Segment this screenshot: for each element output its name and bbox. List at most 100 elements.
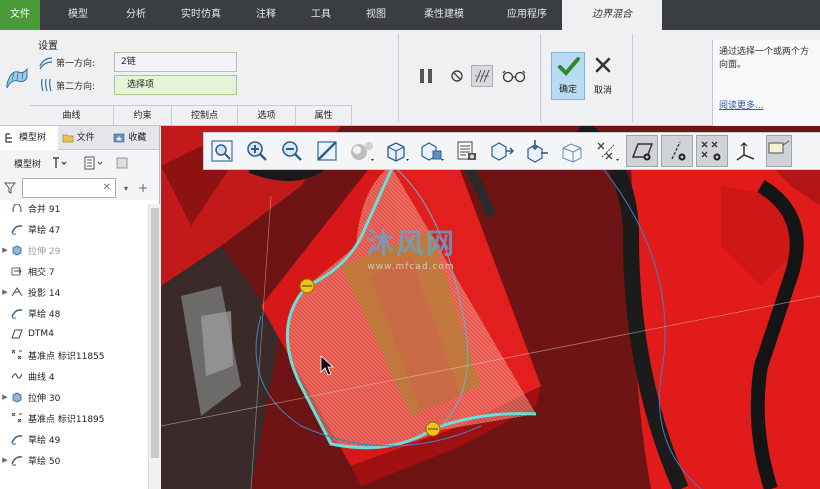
- refit-button[interactable]: [206, 135, 238, 167]
- tree-item-label: 相交 7: [28, 267, 55, 278]
- tree-item[interactable]: 相交 7: [0, 261, 148, 281]
- second-direction-collector[interactable]: 选择项: [114, 75, 237, 95]
- clear-icon[interactable]: ✕: [103, 182, 111, 193]
- add-filter-icon[interactable]: +: [138, 181, 148, 195]
- tree-item-label: 基准点 标识11855: [28, 351, 105, 362]
- datum-point-icon: [701, 141, 721, 161]
- glasses-icon: [502, 70, 526, 83]
- section-button[interactable]: [486, 135, 518, 167]
- subtab-constraints[interactable]: 约束: [114, 105, 172, 125]
- ok-button[interactable]: 确定: [551, 52, 585, 100]
- favorites-icon: [114, 133, 125, 143]
- tree-item[interactable]: ▶ 投影 14: [0, 282, 148, 302]
- first-direction-row: 第一方向: 2链: [38, 52, 237, 72]
- tree-filter-icon[interactable]: [115, 156, 129, 170]
- tree-item-label: 曲线 4: [28, 372, 55, 383]
- perspective-button[interactable]: [451, 135, 483, 167]
- datum-display-button[interactable]: [591, 135, 623, 167]
- filter-dropdown-icon[interactable]: ▾: [124, 184, 128, 193]
- zoom-in-button[interactable]: [241, 135, 273, 167]
- subtab-curves[interactable]: 曲线: [30, 105, 114, 125]
- tree-item[interactable]: 草绘 48: [0, 303, 148, 323]
- tab-favorites[interactable]: 收藏: [109, 126, 159, 150]
- tab-realtime-simulation[interactable]: 实时仿真: [156, 0, 246, 30]
- view-manager-button[interactable]: [416, 135, 448, 167]
- tree-item[interactable]: ▶ 拉伸 29: [0, 240, 148, 260]
- wireframe-cube-icon: [562, 143, 582, 163]
- tree-item[interactable]: 合并 91: [0, 204, 148, 218]
- funnel-icon: [4, 182, 16, 194]
- zoom-in-icon: [247, 141, 267, 161]
- tab-applications[interactable]: 应用程序: [492, 0, 562, 30]
- merge-icon: [10, 204, 24, 215]
- tree-item[interactable]: 草绘 47: [0, 219, 148, 239]
- tree-item-label: 草绘 48: [28, 309, 61, 320]
- first-direction-collector[interactable]: 2链: [114, 52, 237, 72]
- tab-files[interactable]: 文件: [58, 126, 110, 150]
- tree-item[interactable]: 基准点 标识11855: [0, 345, 148, 365]
- settings-title: 设置: [38, 41, 58, 52]
- first-direction-icon: [39, 57, 53, 70]
- tree-item[interactable]: 草绘 49: [0, 429, 148, 449]
- subtab-properties[interactable]: 属性: [296, 105, 352, 125]
- datum-plane-icon: [10, 327, 24, 341]
- ribbon-tab-bar: 文件 模型 分析 实时仿真 注释 工具 视图 柔性建模 应用程序 边界混合: [0, 0, 820, 30]
- refit-icon: [211, 140, 233, 162]
- folder-icon: [62, 134, 73, 143]
- subtab-control-points[interactable]: 控制点: [172, 105, 238, 125]
- tab-model-tree[interactable]: 模型树: [0, 126, 58, 150]
- cancel-label: 取消: [593, 86, 612, 96]
- tree-settings-icon[interactable]: [51, 156, 73, 170]
- tab-tools[interactable]: 工具: [286, 0, 356, 30]
- tree-item[interactable]: ▶ 拉伸 30: [0, 387, 148, 407]
- boundary-blend-icon: [6, 67, 28, 89]
- sketch-icon: [10, 306, 24, 320]
- cube-icon: [387, 142, 409, 162]
- verify-mode-button[interactable]: [501, 65, 527, 87]
- spin-center-button[interactable]: [521, 135, 553, 167]
- annotation-display-button[interactable]: [766, 135, 792, 167]
- project-icon: [10, 285, 24, 299]
- hidden-line-button[interactable]: [556, 135, 588, 167]
- model-tree-search-input[interactable]: ✕: [22, 178, 116, 198]
- no-preview-button[interactable]: [446, 65, 468, 87]
- ribbon-divider: [632, 34, 633, 122]
- expand-arrow-icon[interactable]: ▶: [0, 456, 10, 464]
- ribbon-divider: [540, 34, 541, 122]
- zoom-out-button[interactable]: [276, 135, 308, 167]
- point-display-button[interactable]: [696, 135, 728, 167]
- pause-button[interactable]: [415, 65, 437, 87]
- csys-display-button[interactable]: [731, 135, 763, 167]
- checkmark-icon: [558, 57, 580, 76]
- plane-display-button[interactable]: [626, 135, 658, 167]
- scrollbar-thumb[interactable]: [151, 208, 159, 458]
- model-tree-scrollbar[interactable]: [148, 204, 160, 489]
- read-more-link[interactable]: 阅读更多...: [719, 98, 764, 111]
- tree-item[interactable]: 基准点 标识11895: [0, 408, 148, 428]
- tab-view[interactable]: 视图: [356, 0, 396, 30]
- model-scene[interactable]: [161, 126, 820, 489]
- saved-orientations-button[interactable]: [381, 135, 413, 167]
- subtab-options[interactable]: 选项: [238, 105, 296, 125]
- graphics-viewport[interactable]: 沐风网 www.mfcad.com: [161, 126, 820, 489]
- tab-boundary-blend[interactable]: 边界混合: [562, 0, 662, 30]
- geometry-preview-button[interactable]: [471, 65, 493, 87]
- expand-arrow-icon[interactable]: ▶: [0, 288, 10, 296]
- repaint-button[interactable]: [311, 135, 343, 167]
- expand-arrow-icon[interactable]: ▶: [0, 246, 10, 254]
- tab-file[interactable]: 文件: [0, 0, 40, 30]
- tree-item[interactable]: DTM4: [0, 324, 148, 344]
- tree-columns-icon[interactable]: [83, 156, 105, 170]
- tab-analysis[interactable]: 分析: [116, 0, 156, 30]
- tab-flexible-modeling[interactable]: 柔性建模: [396, 0, 492, 30]
- cancel-button[interactable]: 取消: [588, 52, 618, 100]
- tab-annotate[interactable]: 注释: [246, 0, 286, 30]
- expand-arrow-icon[interactable]: ▶: [0, 393, 10, 401]
- tree-item[interactable]: ▶ 草绘 50: [0, 450, 148, 470]
- tab-model[interactable]: 模型: [40, 0, 116, 30]
- spin-center-icon: [527, 140, 548, 163]
- axis-display-button[interactable]: [661, 135, 693, 167]
- ok-label: 确定: [558, 85, 577, 95]
- display-style-button[interactable]: [346, 135, 378, 167]
- tree-item[interactable]: 曲线 4: [0, 366, 148, 386]
